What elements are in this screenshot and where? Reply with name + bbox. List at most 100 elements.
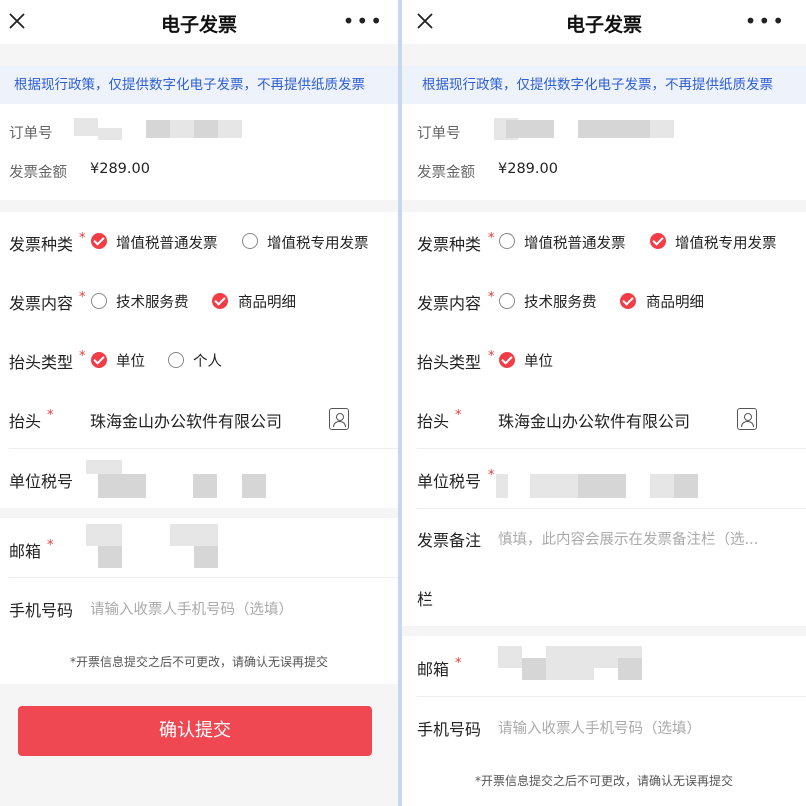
invoice-type-label: 发票种类	[417, 235, 482, 254]
email-redacted	[170, 524, 218, 546]
order-card: 订单号 发票金额 ¥289.00	[0, 104, 398, 200]
amount-value: ¥289.00	[498, 161, 558, 177]
submit-tip: *开票信息提交之后不可更改，请确认无误再提交	[474, 774, 733, 788]
email-redacted	[546, 646, 594, 680]
required-mark: *	[79, 349, 86, 364]
tax-id-redacted	[578, 474, 626, 498]
remark-input[interactable]: 慎填，此内容会展示在发票备注栏（选...	[498, 528, 758, 549]
policy-notice: 根据现行政策，仅提供数字化电子发票，不再提供纸质发票	[402, 66, 806, 104]
email-label: 邮箱	[417, 660, 450, 679]
page-title: 电子发票	[160, 14, 237, 36]
remark-label-wrap: 栏	[417, 590, 434, 609]
remark-label: 发票备注	[417, 531, 482, 550]
radio-tech-service-label[interactable]: 技术服务费	[116, 291, 189, 312]
phone-label: 手机号码	[9, 601, 74, 620]
order-number-redacted	[218, 120, 242, 138]
amount-label: 发票金额	[417, 165, 475, 181]
email-redacted	[86, 524, 122, 546]
radio-goods-detail[interactable]	[620, 293, 636, 309]
radio-vat-normal[interactable]	[91, 233, 107, 249]
radio-goods-detail-label[interactable]: 商品明细	[646, 291, 704, 312]
submit-tip: *开票信息提交之后不可更改，请确认无误再提交	[69, 655, 328, 669]
required-mark: *	[79, 290, 86, 305]
phone-input[interactable]: 请输入收票人手机号码（选填）	[498, 717, 701, 738]
radio-vat-special[interactable]	[242, 233, 258, 249]
confirm-submit-button[interactable]: 确认提交	[18, 706, 372, 756]
invoice-header-label: 抬头	[9, 412, 42, 431]
radio-tech-service-label[interactable]: 技术服务费	[524, 291, 597, 312]
invoice-form-card: 发票种类 * 增值税普通发票 增值税专用发票 发票内容 * 技术服务费 商品明细…	[402, 212, 806, 626]
tax-id-redacted	[86, 460, 122, 474]
invoice-content-label: 发票内容	[9, 294, 74, 313]
tax-id-redacted	[496, 474, 508, 498]
invoice-header-value[interactable]: 珠海金山办公软件有限公司	[90, 408, 282, 432]
tax-id-label: 单位税号	[9, 472, 74, 491]
email-redacted	[618, 658, 642, 680]
contact-card: 邮箱 * 手机号码 请输入收票人手机号码（选填） *开票信息提交之后不可更改，请…	[0, 518, 398, 684]
required-mark: *	[47, 408, 54, 423]
right-invoice-screen: 电子发票 ••• 根据现行政策，仅提供数字化电子发票，不再提供纸质发票 订单号 …	[402, 0, 806, 806]
order-number-redacted	[578, 120, 650, 138]
tax-id-redacted	[193, 474, 217, 498]
radio-goods-detail[interactable]	[212, 293, 228, 309]
radio-tech-service[interactable]	[499, 293, 515, 309]
invoice-header-value[interactable]: 珠海金山办公软件有限公司	[498, 408, 690, 432]
radio-tech-service[interactable]	[91, 293, 107, 309]
more-icon[interactable]: •••	[745, 11, 786, 31]
tax-id-redacted	[674, 474, 698, 498]
order-number-redacted	[506, 120, 554, 138]
divider	[417, 508, 806, 509]
radio-company-label[interactable]: 单位	[524, 350, 553, 371]
email-redacted	[194, 546, 218, 568]
amount-label: 发票金额	[9, 165, 67, 181]
nav-bar: 电子发票 •••	[0, 0, 398, 44]
required-mark: *	[488, 468, 495, 483]
radio-vat-special-label[interactable]: 增值税专用发票	[267, 232, 369, 253]
order-card: 订单号 发票金额 ¥289.00	[402, 104, 806, 200]
tax-id-redacted	[242, 474, 266, 498]
amount-value: ¥289.00	[90, 161, 150, 177]
policy-notice: 根据现行政策，仅提供数字化电子发票，不再提供纸质发票	[0, 66, 398, 104]
radio-personal-label[interactable]: 个人	[193, 350, 222, 371]
required-mark: *	[455, 408, 462, 423]
order-number-redacted	[98, 128, 122, 140]
header-type-label: 抬头类型	[417, 353, 482, 372]
required-mark: *	[488, 231, 495, 246]
radio-company-label[interactable]: 单位	[116, 350, 145, 371]
tax-id-label: 单位税号	[417, 472, 482, 491]
phone-input[interactable]: 请输入收票人手机号码（选填）	[90, 598, 293, 619]
email-label: 邮箱	[9, 542, 42, 561]
more-icon[interactable]: •••	[343, 11, 384, 31]
contact-card-icon[interactable]	[737, 408, 757, 430]
contact-card-icon[interactable]	[329, 408, 349, 430]
required-mark: *	[47, 538, 54, 553]
order-label: 订单号	[417, 126, 461, 142]
invoice-header-label: 抬头	[417, 412, 450, 431]
contact-card: 邮箱 * 手机号码 请输入收票人手机号码（选填） *开票信息提交之后不可更改，请…	[402, 636, 806, 806]
order-number-redacted	[194, 120, 218, 138]
radio-company[interactable]	[91, 352, 107, 368]
invoice-form-card: 发票种类 * 增值税普通发票 增值税专用发票 发票内容 * 技术服务费 商品明细…	[0, 212, 398, 508]
order-number-redacted	[146, 120, 170, 138]
radio-vat-special[interactable]	[650, 233, 666, 249]
tax-id-redacted	[530, 474, 578, 498]
order-number-redacted	[74, 118, 98, 136]
invoice-type-label: 发票种类	[9, 235, 74, 254]
radio-vat-normal-label[interactable]: 增值税普通发票	[116, 232, 218, 253]
left-invoice-screen: 电子发票 ••• 根据现行政策，仅提供数字化电子发票，不再提供纸质发票 订单号 …	[0, 0, 398, 806]
radio-vat-normal[interactable]	[499, 233, 515, 249]
order-label: 订单号	[9, 126, 53, 142]
radio-personal[interactable]	[168, 352, 184, 368]
divider	[417, 696, 806, 697]
radio-vat-normal-label[interactable]: 增值税普通发票	[524, 232, 626, 253]
order-number-redacted	[650, 120, 674, 138]
radio-vat-special-label[interactable]: 增值税专用发票	[675, 232, 777, 253]
radio-goods-detail-label[interactable]: 商品明细	[238, 291, 296, 312]
required-mark: *	[488, 349, 495, 364]
required-mark: *	[79, 231, 86, 246]
radio-company[interactable]	[499, 352, 515, 368]
email-redacted	[98, 546, 122, 568]
email-redacted	[498, 646, 522, 668]
required-mark: *	[488, 290, 495, 305]
tax-id-redacted	[650, 474, 674, 498]
